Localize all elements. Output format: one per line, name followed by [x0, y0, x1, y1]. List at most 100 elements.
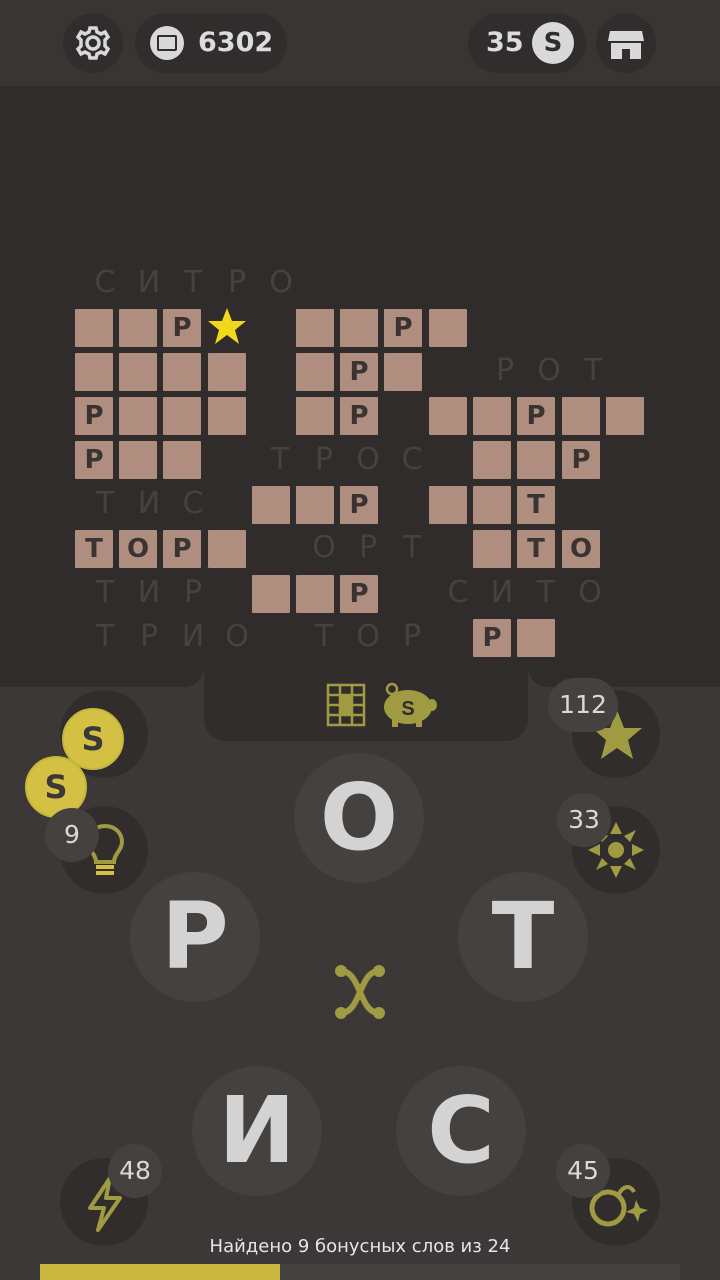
word-letter: О [356, 619, 380, 654]
grid-cell [429, 486, 467, 524]
grid-cell [75, 309, 113, 347]
wheel-letter-s[interactable]: С [396, 1066, 526, 1196]
word-letter: Т [95, 575, 115, 610]
found-bonus-word: РОТ [483, 353, 615, 388]
grid-cell [163, 353, 201, 391]
grid-cell [473, 486, 511, 524]
word-letter: Р [402, 619, 422, 654]
found-bonus-word: ТРИО [83, 619, 259, 654]
grid-cell [473, 441, 511, 479]
found-bonus-word: СИТРО [83, 265, 303, 300]
word-letter: О [312, 530, 336, 565]
coins-value: 6302 [198, 27, 274, 58]
reveal-count: 33 [557, 793, 611, 847]
grid-cell [296, 575, 334, 613]
bomb-count: 45 [556, 1144, 610, 1198]
word-letter: Т [183, 265, 203, 300]
grid-cell [384, 353, 422, 391]
grid-cell [340, 309, 378, 347]
word-letter: Т [536, 575, 556, 610]
hint-count: 9 [45, 808, 99, 862]
grid-cell: Р [340, 353, 378, 391]
s-coins-display[interactable]: 35 S [468, 13, 586, 73]
grid-cell: Р [562, 441, 600, 479]
s-coin-icon: S [532, 22, 574, 64]
grid-cell [252, 575, 290, 613]
word-letter: С [401, 442, 423, 477]
word-letter: Т [95, 486, 115, 521]
shuffle-icon[interactable] [325, 957, 395, 1027]
coins-display[interactable]: 6302 [135, 13, 287, 73]
found-bonus-word: ТИС [83, 486, 215, 521]
word-letter: О [269, 265, 293, 300]
svg-text:S: S [401, 698, 414, 720]
grid-cell: Р [384, 309, 422, 347]
gear-icon [75, 26, 111, 60]
word-letter: О [578, 575, 602, 610]
grid-cell [163, 441, 201, 479]
grid-cell [208, 530, 246, 568]
word-letter: О [225, 619, 249, 654]
money-icon [150, 26, 184, 60]
word-letter: Т [95, 619, 115, 654]
found-bonus-word: СИТО [436, 575, 612, 610]
grid-cell: О [119, 530, 157, 568]
grid-cell [75, 353, 113, 391]
word-letter: Т [402, 530, 422, 565]
grid-cell: Р [75, 441, 113, 479]
word-letter: Р [139, 619, 159, 654]
found-bonus-word: ТИР [83, 575, 215, 610]
word-letter: С [447, 575, 469, 610]
grid-cell [473, 397, 511, 435]
grid-cell: Р [75, 397, 113, 435]
grid-cell [296, 486, 334, 524]
grid-cell: Р [340, 397, 378, 435]
wheel-letter-o[interactable]: О [294, 753, 424, 883]
word-letter: Т [583, 353, 603, 388]
tools-tab: S [204, 667, 528, 741]
top-bar: 6302 35 S [0, 0, 720, 86]
word-letter: С [94, 265, 116, 300]
found-bonus-word: ТОР [302, 619, 434, 654]
bonus-progress-fill [40, 1264, 280, 1280]
grid-icon[interactable] [322, 681, 370, 729]
s-coins-value: 35 [486, 27, 524, 58]
grid-cell [296, 397, 334, 435]
bonus-star-icon [207, 306, 247, 346]
shop-icon [608, 31, 644, 59]
word-letter: И [490, 575, 514, 610]
piggy-bank-icon[interactable]: S [378, 679, 440, 729]
grid-cell [517, 619, 555, 657]
word-letter: Р [183, 575, 203, 610]
grid-cell: Р [340, 486, 378, 524]
word-letter: Р [314, 442, 334, 477]
word-letter: Т [314, 619, 334, 654]
grid-cell: Т [517, 530, 555, 568]
grid-cell [473, 530, 511, 568]
word-letter: Р [495, 353, 515, 388]
wheel-letter-i[interactable]: И [192, 1066, 322, 1196]
grid-cell: Р [517, 397, 555, 435]
grid-cell [606, 397, 644, 435]
grid-cell [119, 353, 157, 391]
grid-cell [296, 353, 334, 391]
wheel-letter-t[interactable]: Т [458, 872, 588, 1002]
found-bonus-word: ОРТ [302, 530, 434, 565]
grid-cell [208, 353, 246, 391]
word-letter: И [181, 619, 205, 654]
grid-cell: Р [163, 530, 201, 568]
settings-button[interactable] [63, 13, 123, 73]
grid-cell: О [562, 530, 600, 568]
word-letter: О [537, 353, 561, 388]
word-letter: Т [270, 442, 290, 477]
grid-cell: Т [517, 486, 555, 524]
grid-cell [296, 309, 334, 347]
bonus-progress-bar [40, 1264, 680, 1280]
grid-cell: Т [75, 530, 113, 568]
grid-cell [517, 441, 555, 479]
wheel-letter-r[interactable]: Р [130, 872, 260, 1002]
grid-cell: Р [340, 575, 378, 613]
grid-cell [252, 486, 290, 524]
lightning-count: 48 [108, 1144, 162, 1198]
shop-button[interactable] [596, 13, 656, 73]
